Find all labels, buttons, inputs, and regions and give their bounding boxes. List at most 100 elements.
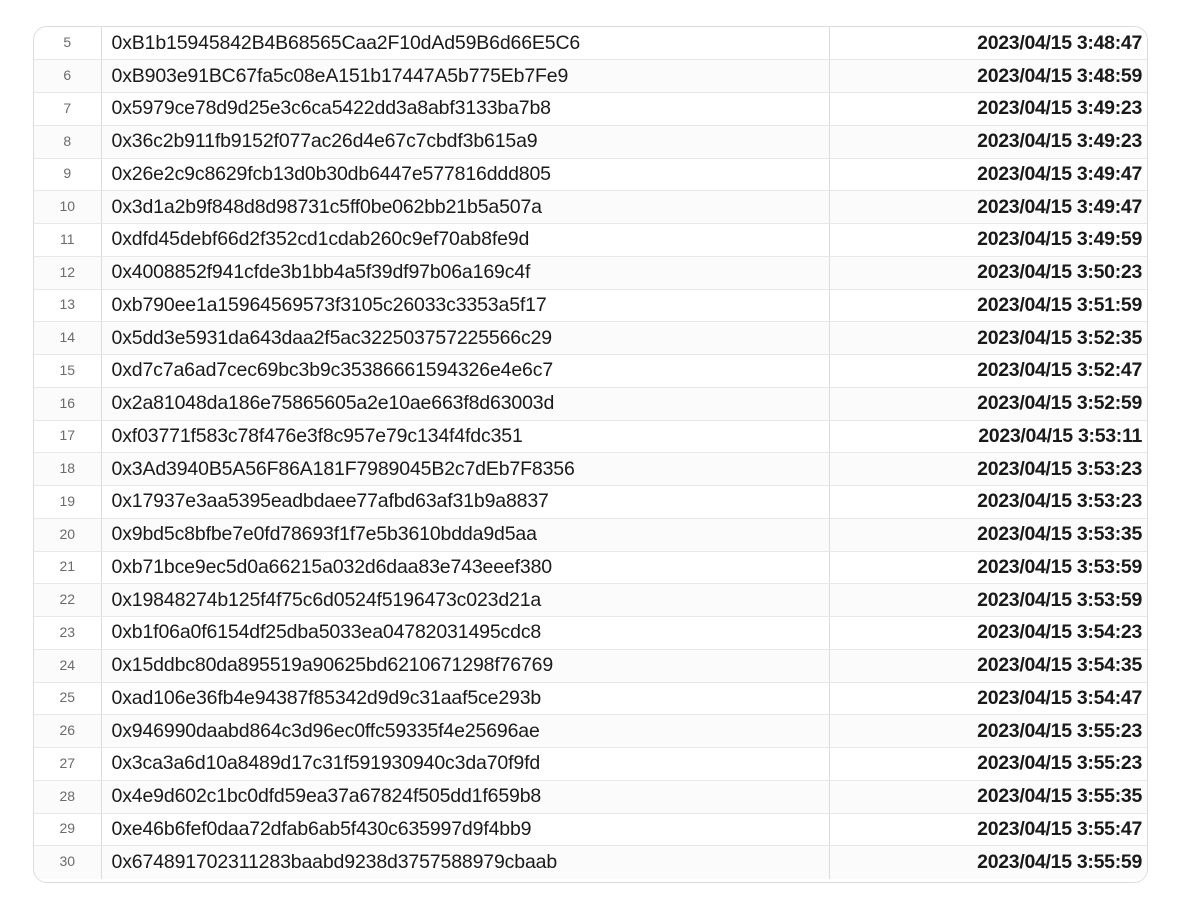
timestamp-cell[interactable]: 2023/04/15 3:49:47	[829, 158, 1147, 192]
address-cell[interactable]: 0xe46b6fef0daa72dfab6ab5f430c635997d9f4b…	[101, 813, 828, 847]
timestamp-cell[interactable]: 2023/04/15 3:48:47	[829, 27, 1147, 61]
address-cell[interactable]: 0x5dd3e5931da643daa2f5ac322503757225566c…	[101, 321, 828, 355]
address-cell[interactable]: 0xb1f06a0f6154df25dba5033ea04782031495cd…	[101, 616, 828, 650]
address-cell[interactable]: 0x4008852f941cfde3b1bb4a5f39df97b06a169c…	[101, 256, 828, 290]
timestamp-cell[interactable]: 2023/04/15 3:54:47	[829, 682, 1147, 716]
table-row[interactable]: 24 0x15ddbc80da895519a90625bd6210671298f7…	[34, 649, 1147, 683]
address-cell[interactable]: 0x3ca3a6d10a8489d17c31f591930940c3da70f9…	[101, 747, 828, 781]
table-row[interactable]: 30 0x674891702311283baabd9238d3757588979c…	[34, 845, 1147, 879]
table-row[interactable]: 6 0xB903e91BC67fa5c08eA151b17447A5b775Eb7…	[34, 59, 1147, 93]
row-number-cell[interactable]: 17	[34, 420, 102, 454]
address-cell[interactable]: 0x9bd5c8bfbe7e0fd78693f1f7e5b3610bdda9d5…	[101, 518, 828, 552]
timestamp-cell[interactable]: 2023/04/15 3:48:59	[829, 59, 1147, 93]
timestamp-cell[interactable]: 2023/04/15 3:53:59	[829, 551, 1147, 585]
timestamp-cell[interactable]: 2023/04/15 3:52:35	[829, 321, 1147, 355]
timestamp-cell[interactable]: 2023/04/15 3:53:35	[829, 518, 1147, 552]
address-cell[interactable]: 0x26e2c9c8629fcb13d0b30db6447e577816ddd8…	[101, 158, 828, 192]
table-row[interactable]: 11 0xdfd45debf66d2f352cd1cdab260c9ef70ab8…	[34, 223, 1147, 257]
row-number-cell[interactable]: 22	[34, 583, 102, 617]
row-number-cell[interactable]: 11	[34, 223, 102, 257]
timestamp-cell[interactable]: 2023/04/15 3:55:35	[829, 780, 1147, 814]
timestamp-cell[interactable]: 2023/04/15 3:49:23	[829, 92, 1147, 126]
row-number-cell[interactable]: 30	[34, 845, 102, 879]
row-number-cell[interactable]: 26	[34, 714, 102, 748]
timestamp-cell[interactable]: 2023/04/15 3:55:23	[829, 747, 1147, 781]
row-number-cell[interactable]: 16	[34, 387, 102, 421]
table-row[interactable]: 16 0x2a81048da186e75865605a2e10ae663f8d63…	[34, 387, 1147, 421]
address-cell[interactable]: 0xad106e36fb4e94387f85342d9d9c31aaf5ce29…	[101, 682, 828, 716]
row-number-cell[interactable]: 7	[34, 92, 102, 126]
timestamp-cell[interactable]: 2023/04/15 3:49:47	[829, 190, 1147, 224]
table-row[interactable]: 23 0xb1f06a0f6154df25dba5033ea04782031495…	[34, 616, 1147, 650]
timestamp-cell[interactable]: 2023/04/15 3:53:23	[829, 452, 1147, 486]
timestamp-cell[interactable]: 2023/04/15 3:53:11	[829, 420, 1147, 454]
address-cell[interactable]: 0xd7c7a6ad7cec69bc3b9c35386661594326e4e6…	[101, 354, 828, 388]
address-cell[interactable]: 0x2a81048da186e75865605a2e10ae663f8d6300…	[101, 387, 828, 421]
address-cell[interactable]: 0x674891702311283baabd9238d3757588979cba…	[101, 845, 828, 879]
row-number-cell[interactable]: 10	[34, 190, 102, 224]
address-cell[interactable]: 0x19848274b125f4f75c6d0524f5196473c023d2…	[101, 583, 828, 617]
table-row[interactable]: 14 0x5dd3e5931da643daa2f5ac32250375722556…	[34, 321, 1147, 355]
table-row[interactable]: 22 0x19848274b125f4f75c6d0524f5196473c023…	[34, 583, 1147, 617]
row-number-cell[interactable]: 12	[34, 256, 102, 290]
table-row[interactable]: 26 0x946990daabd864c3d96ec0ffc59335f4e256…	[34, 714, 1147, 748]
timestamp-cell[interactable]: 2023/04/15 3:54:35	[829, 649, 1147, 683]
timestamp-cell[interactable]: 2023/04/15 3:50:23	[829, 256, 1147, 290]
address-cell[interactable]: 0x5979ce78d9d25e3c6ca5422dd3a8abf3133ba7…	[101, 92, 828, 126]
address-cell[interactable]: 0xb790ee1a15964569573f3105c26033c3353a5f…	[101, 289, 828, 323]
row-number-cell[interactable]: 14	[34, 321, 102, 355]
timestamp-cell[interactable]: 2023/04/15 3:55:23	[829, 714, 1147, 748]
row-number-cell[interactable]: 19	[34, 485, 102, 519]
row-number-cell[interactable]: 6	[34, 59, 102, 93]
row-number-cell[interactable]: 9	[34, 158, 102, 192]
table-row[interactable]: 21 0xb71bce9ec5d0a66215a032d6daa83e743eee…	[34, 551, 1147, 585]
address-cell[interactable]: 0x15ddbc80da895519a90625bd6210671298f767…	[101, 649, 828, 683]
table-row[interactable]: 20 0x9bd5c8bfbe7e0fd78693f1f7e5b3610bdda9…	[34, 518, 1147, 552]
table-row[interactable]: 5 0xB1b15945842B4B68565Caa2F10dAd59B6d66E…	[34, 27, 1147, 61]
timestamp-cell[interactable]: 2023/04/15 3:53:23	[829, 485, 1147, 519]
address-cell[interactable]: 0x4e9d602c1bc0dfd59ea37a67824f505dd1f659…	[101, 780, 828, 814]
row-number-cell[interactable]: 18	[34, 452, 102, 486]
address-cell[interactable]: 0x17937e3aa5395eadbdaee77afbd63af31b9a88…	[101, 485, 828, 519]
timestamp-cell[interactable]: 2023/04/15 3:54:23	[829, 616, 1147, 650]
timestamp-cell[interactable]: 2023/04/15 3:52:47	[829, 354, 1147, 388]
table-row[interactable]: 9 0x26e2c9c8629fcb13d0b30db6447e577816ddd…	[34, 158, 1147, 192]
table-row[interactable]: 8 0x36c2b911fb9152f077ac26d4e67c7cbdf3b61…	[34, 125, 1147, 159]
address-cell[interactable]: 0xf03771f583c78f476e3f8c957e79c134f4fdc3…	[101, 420, 828, 454]
table-row[interactable]: 25 0xad106e36fb4e94387f85342d9d9c31aaf5ce…	[34, 682, 1147, 716]
table-row[interactable]: 12 0x4008852f941cfde3b1bb4a5f39df97b06a16…	[34, 256, 1147, 290]
row-number-cell[interactable]: 13	[34, 289, 102, 323]
timestamp-cell[interactable]: 2023/04/15 3:55:47	[829, 813, 1147, 847]
table-row[interactable]: 15 0xd7c7a6ad7cec69bc3b9c35386661594326e4…	[34, 354, 1147, 388]
row-number-cell[interactable]: 27	[34, 747, 102, 781]
timestamp-cell[interactable]: 2023/04/15 3:53:59	[829, 583, 1147, 617]
table-row[interactable]: 27 0x3ca3a6d10a8489d17c31f591930940c3da70…	[34, 747, 1147, 781]
table-row[interactable]: 19 0x17937e3aa5395eadbdaee77afbd63af31b9a…	[34, 485, 1147, 519]
table-row[interactable]: 18 0x3Ad3940B5A56F86A181F7989045B2c7dEb7F…	[34, 452, 1147, 486]
row-number-cell[interactable]: 20	[34, 518, 102, 552]
timestamp-cell[interactable]: 2023/04/15 3:55:59	[829, 845, 1147, 879]
timestamp-cell[interactable]: 2023/04/15 3:49:59	[829, 223, 1147, 257]
table-row[interactable]: 7 0x5979ce78d9d25e3c6ca5422dd3a8abf3133ba…	[34, 92, 1147, 126]
address-cell[interactable]: 0x36c2b911fb9152f077ac26d4e67c7cbdf3b615…	[101, 125, 828, 159]
timestamp-cell[interactable]: 2023/04/15 3:49:23	[829, 125, 1147, 159]
table-row[interactable]: 28 0x4e9d602c1bc0dfd59ea37a67824f505dd1f6…	[34, 780, 1147, 814]
timestamp-cell[interactable]: 2023/04/15 3:52:59	[829, 387, 1147, 421]
row-number-cell[interactable]: 25	[34, 682, 102, 716]
row-number-cell[interactable]: 15	[34, 354, 102, 388]
address-cell[interactable]: 0x946990daabd864c3d96ec0ffc59335f4e25696…	[101, 714, 828, 748]
address-cell[interactable]: 0xB1b15945842B4B68565Caa2F10dAd59B6d66E5…	[101, 27, 828, 61]
address-cell[interactable]: 0x3Ad3940B5A56F86A181F7989045B2c7dEb7F83…	[101, 452, 828, 486]
row-number-cell[interactable]: 5	[34, 27, 102, 61]
address-cell[interactable]: 0xB903e91BC67fa5c08eA151b17447A5b775Eb7F…	[101, 59, 828, 93]
address-cell[interactable]: 0x3d1a2b9f848d8d98731c5ff0be062bb21b5a50…	[101, 190, 828, 224]
row-number-cell[interactable]: 24	[34, 649, 102, 683]
address-cell[interactable]: 0xdfd45debf66d2f352cd1cdab260c9ef70ab8fe…	[101, 223, 828, 257]
row-number-cell[interactable]: 21	[34, 551, 102, 585]
row-number-cell[interactable]: 28	[34, 780, 102, 814]
address-cell[interactable]: 0xb71bce9ec5d0a66215a032d6daa83e743eeef3…	[101, 551, 828, 585]
row-number-cell[interactable]: 8	[34, 125, 102, 159]
table-row[interactable]: 17 0xf03771f583c78f476e3f8c957e79c134f4fd…	[34, 420, 1147, 454]
table-row[interactable]: 10 0x3d1a2b9f848d8d98731c5ff0be062bb21b5a…	[34, 190, 1147, 224]
table-row[interactable]: 13 0xb790ee1a15964569573f3105c26033c3353a…	[34, 289, 1147, 323]
